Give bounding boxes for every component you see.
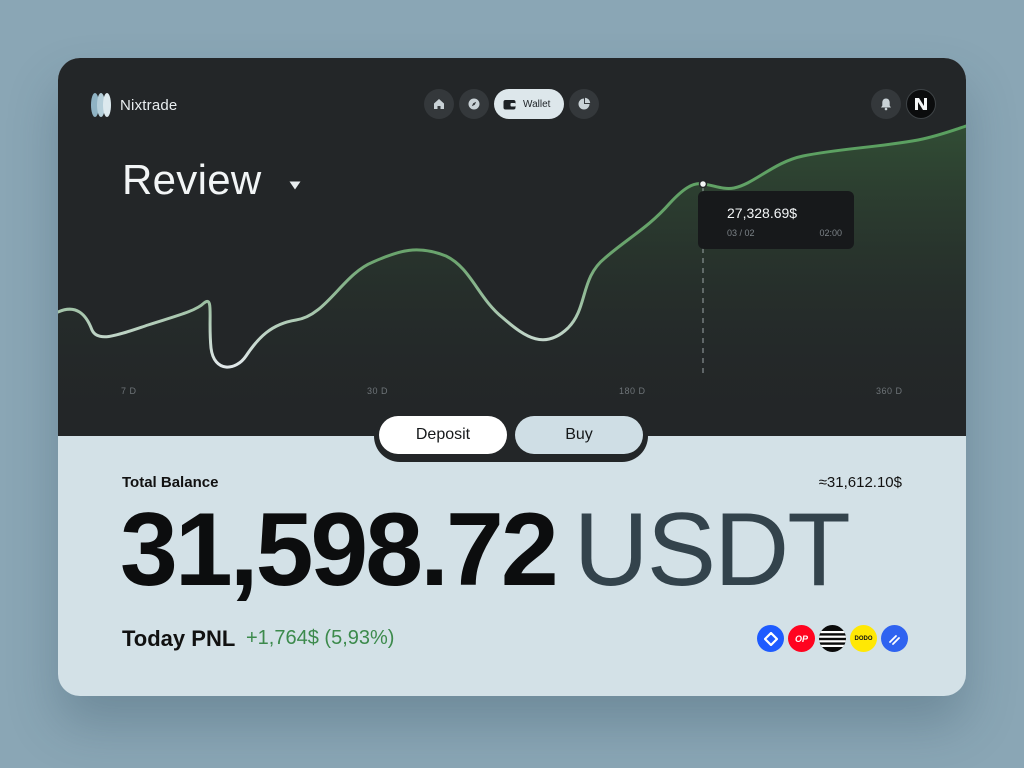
- token-list: OP DODO: [757, 625, 908, 652]
- diamond-icon: [763, 631, 778, 646]
- chart-panel: Nixtrade Wallet Review 27,328.69$ 03 / 0…: [58, 58, 966, 436]
- x-axis-label-360d[interactable]: 360 D: [876, 386, 903, 396]
- balance-amount: 31,598.72: [120, 492, 559, 608]
- aevo-icon[interactable]: [819, 625, 846, 652]
- x-axis-label-30d[interactable]: 30 D: [367, 386, 388, 396]
- pnl-value: +1,764$ (5,93%): [246, 627, 395, 649]
- tooltip-date: 03 / 02: [727, 228, 755, 238]
- total-balance-approx: ≈31,612.10$: [818, 474, 902, 491]
- optimism-label: OP: [794, 633, 808, 644]
- buy-button[interactable]: Buy: [515, 416, 643, 454]
- pnl-label: Today PNL: [122, 626, 236, 651]
- chart-tooltip: 27,328.69$ 03 / 02 02:00: [698, 191, 854, 249]
- total-balance-label: Total Balance: [122, 474, 219, 491]
- dashboard-card: Nixtrade Wallet Review 27,328.69$ 03 / 0…: [58, 58, 966, 696]
- dodo-label: DODO: [854, 635, 873, 642]
- deposit-button[interactable]: Deposit: [379, 416, 507, 454]
- action-buttons: Deposit Buy: [374, 410, 648, 462]
- zksync-icon[interactable]: [881, 625, 908, 652]
- balance-currency: USDT: [573, 492, 851, 608]
- x-axis-label-180d[interactable]: 180 D: [619, 386, 646, 396]
- tooltip-time: 02:00: [819, 228, 842, 238]
- chart-highlight-point[interactable]: [698, 179, 708, 189]
- optimism-icon[interactable]: OP: [788, 625, 815, 652]
- x-axis-label-7d[interactable]: 7 D: [121, 386, 137, 396]
- tooltip-value: 27,328.69$: [727, 205, 798, 221]
- balance-display: 31,598.72 USDT: [120, 498, 851, 602]
- chart-area-fill: [58, 126, 966, 436]
- slash-arrows-icon: [888, 634, 900, 645]
- dodo-icon[interactable]: DODO: [850, 625, 877, 652]
- stripes-icon: [819, 631, 846, 647]
- worldcoin-icon[interactable]: [757, 625, 784, 652]
